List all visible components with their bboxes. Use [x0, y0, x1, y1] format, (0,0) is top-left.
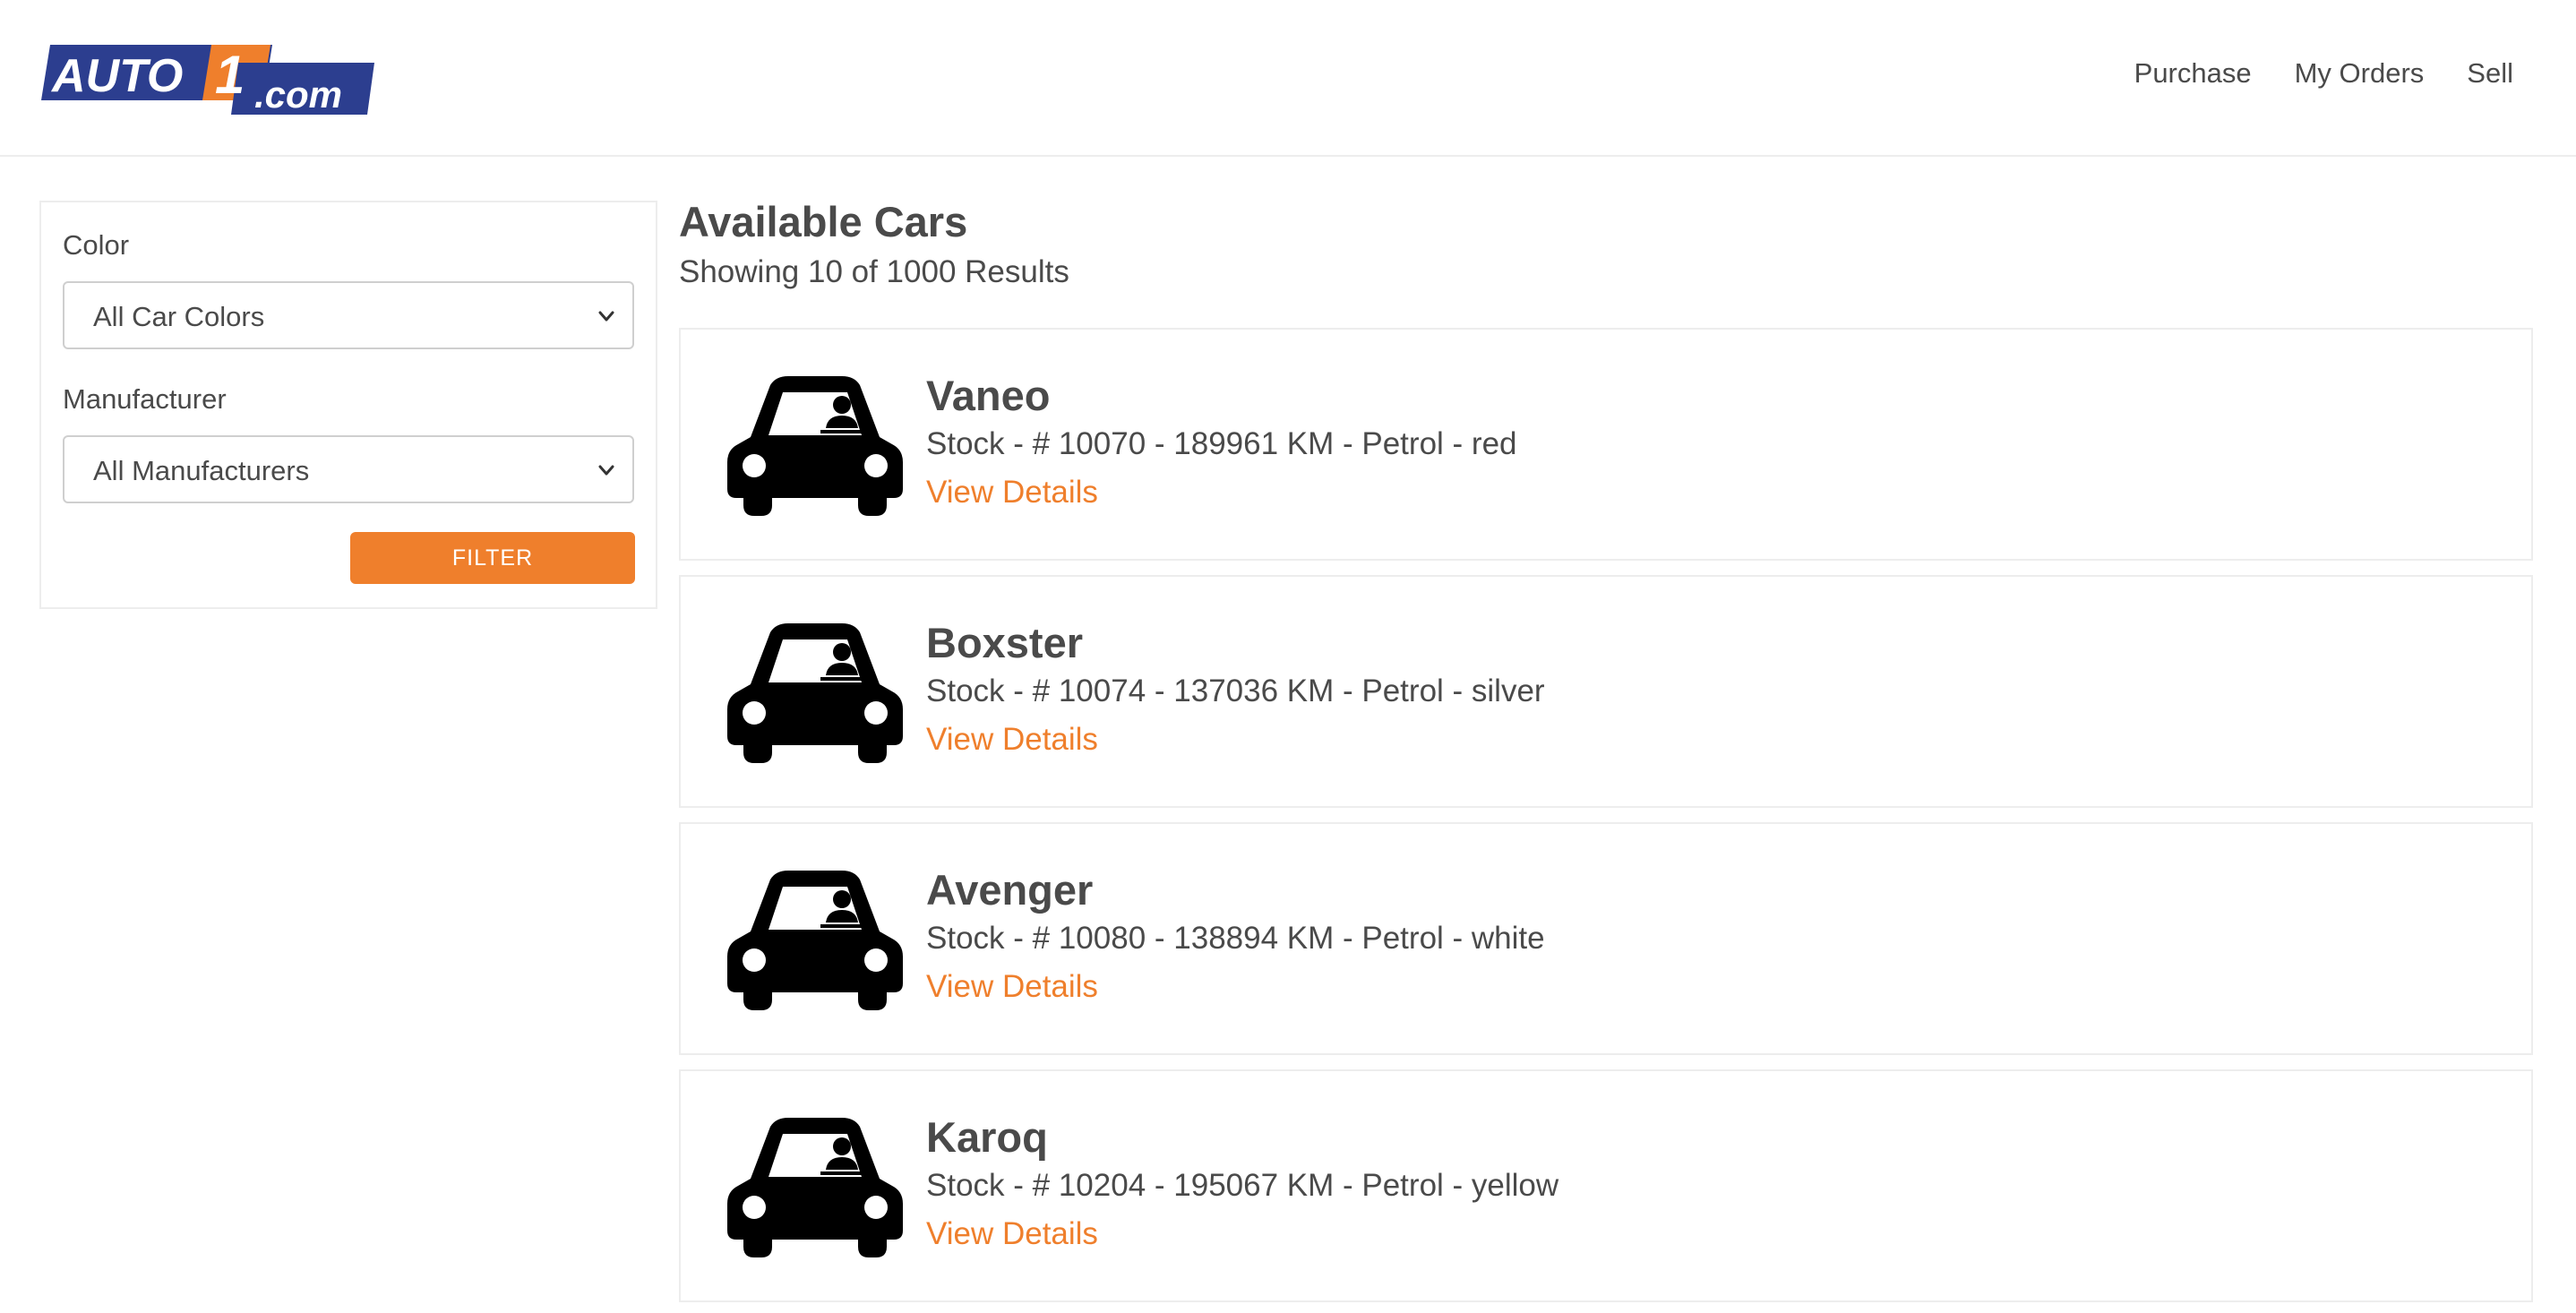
svg-text:.com: .com: [254, 73, 342, 115]
car-name: Boxster: [926, 619, 1084, 666]
car-info: Stock - # 10204 - 195067 KM - Petrol - y…: [926, 1168, 1559, 1203]
page-title: Available Cars: [679, 198, 968, 245]
nav-sell[interactable]: Sell: [2467, 57, 2513, 90]
view-details-link[interactable]: View Details: [926, 475, 1098, 511]
chevron-down-icon: [598, 311, 614, 322]
car-name: Vaneo: [926, 372, 1051, 419]
car-card: Boxster Stock - # 10074 - 137036 KM - Pe…: [679, 575, 2533, 808]
site-header: AUTO 1 .com Purchase My Orders Sell: [0, 0, 2576, 157]
auto1-logo[interactable]: AUTO 1 .com: [39, 43, 374, 115]
svg-text:AUTO: AUTO: [50, 50, 183, 102]
nav-purchase[interactable]: Purchase: [2134, 57, 2252, 90]
nav-my-orders[interactable]: My Orders: [2295, 57, 2425, 90]
car-info: Stock - # 10074 - 137036 KM - Petrol - s…: [926, 674, 1545, 708]
view-details-link[interactable]: View Details: [926, 722, 1098, 758]
color-select-value: All Car Colors: [93, 301, 265, 332]
filter-panel: Color All Car Colors Manufacturer All Ma…: [39, 201, 657, 609]
car-icon: [727, 623, 903, 763]
car-name: Karoq: [926, 1113, 1048, 1161]
filter-button[interactable]: FILTER: [350, 532, 635, 584]
car-card: Avenger Stock - # 10080 - 138894 KM - Pe…: [679, 822, 2533, 1055]
car-card: Karoq Stock - # 10204 - 195067 KM - Petr…: [679, 1069, 2533, 1302]
view-details-link[interactable]: View Details: [926, 1216, 1098, 1252]
chevron-down-icon: [598, 465, 614, 476]
color-label: Color: [63, 229, 130, 261]
car-info: Stock - # 10070 - 189961 KM - Petrol - r…: [926, 426, 1517, 461]
car-name: Avenger: [926, 866, 1094, 914]
view-details-link[interactable]: View Details: [926, 969, 1098, 1005]
manufacturer-label: Manufacturer: [63, 383, 227, 415]
manufacturer-select[interactable]: All Manufacturers: [63, 435, 634, 503]
svg-text:1: 1: [215, 45, 245, 105]
car-icon: [727, 871, 903, 1010]
main-nav: Purchase My Orders Sell: [2134, 57, 2513, 90]
car-info: Stock - # 10080 - 138894 KM - Petrol - w…: [926, 921, 1545, 956]
manufacturer-select-value: All Manufacturers: [93, 455, 310, 486]
car-card: Vaneo Stock - # 10070 - 189961 KM - Petr…: [679, 328, 2533, 561]
car-icon: [727, 1118, 903, 1257]
color-select[interactable]: All Car Colors: [63, 281, 634, 349]
results-count: Showing 10 of 1000 Results: [679, 254, 1069, 289]
car-icon: [727, 376, 903, 516]
